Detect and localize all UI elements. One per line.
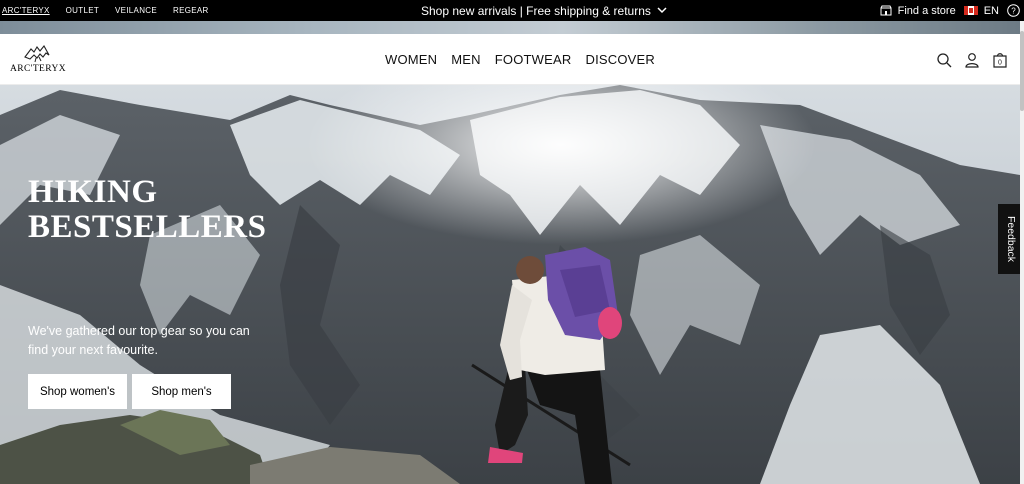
- brand-link-arcteryx[interactable]: ARC'TERYX: [2, 6, 50, 15]
- header-actions: 0: [924, 34, 1008, 85]
- utility-bar: ARC'TERYX OUTLET VEILANCE ReGEAR Shop ne…: [0, 0, 1024, 21]
- hero-title-line-1: HIKING: [28, 174, 158, 210]
- feedback-label: Feedback: [1005, 215, 1017, 263]
- shop-womens-button[interactable]: Shop women's: [28, 374, 127, 409]
- mountain-hiker-photo: [0, 85, 1020, 484]
- hero-peek-band: [0, 21, 1024, 34]
- store-icon: [880, 5, 892, 16]
- brand-logo[interactable]: ARC'TERYX: [10, 43, 66, 77]
- help-icon[interactable]: ?: [1007, 4, 1020, 17]
- cart-icon[interactable]: 0: [992, 52, 1008, 68]
- page-scrollbar[interactable]: [1020, 21, 1024, 484]
- main-nav: WOMEN MEN FOOTWEAR DISCOVER: [385, 34, 669, 85]
- search-icon[interactable]: [936, 52, 952, 68]
- nav-discover[interactable]: DISCOVER: [586, 52, 656, 67]
- nav-women[interactable]: WOMEN: [385, 52, 437, 67]
- account-icon[interactable]: [964, 52, 980, 68]
- brand-link-regear[interactable]: ReGEAR: [173, 6, 209, 15]
- shop-mens-button[interactable]: Shop men's: [132, 374, 231, 409]
- chevron-down-icon: [657, 7, 667, 14]
- canada-flag-icon[interactable]: [963, 6, 978, 15]
- brand-link-veilance[interactable]: VEILANCE: [115, 6, 157, 15]
- promo-text: Shop new arrivals | Free shipping & retu…: [421, 3, 651, 18]
- language-selector[interactable]: EN: [984, 5, 999, 17]
- nav-men[interactable]: MEN: [451, 52, 481, 67]
- hero-title-line-2: BESTSELLERS: [28, 209, 267, 245]
- logo-wordmark: ARC'TERYX: [10, 64, 66, 74]
- hero-banner: HIKING BESTSELLERS We've gathered our to…: [0, 85, 1020, 484]
- hero-title: HIKING BESTSELLERS: [28, 175, 266, 245]
- svg-text:?: ?: [1011, 7, 1016, 16]
- archaeopteryx-icon: [24, 45, 50, 63]
- brand-switcher: ARC'TERYX OUTLET VEILANCE ReGEAR: [0, 0, 209, 21]
- brand-link-outlet[interactable]: OUTLET: [66, 6, 99, 15]
- utility-right: Find a store EN ?: [880, 0, 1020, 21]
- find-store-link[interactable]: Find a store: [898, 5, 956, 17]
- nav-footwear[interactable]: FOOTWEAR: [495, 52, 572, 67]
- scrollbar-thumb[interactable]: [1020, 31, 1024, 111]
- hero-cta-group: Shop women's Shop men's: [28, 374, 231, 409]
- promo-banner[interactable]: Shop new arrivals | Free shipping & retu…: [421, 0, 667, 21]
- hero-subtitle: We've gathered our top gear so you can f…: [28, 324, 250, 357]
- cart-count: 0: [998, 59, 1002, 66]
- site-header: ARC'TERYX WOMEN MEN FOOTWEAR DISCOVER 0: [0, 34, 1020, 85]
